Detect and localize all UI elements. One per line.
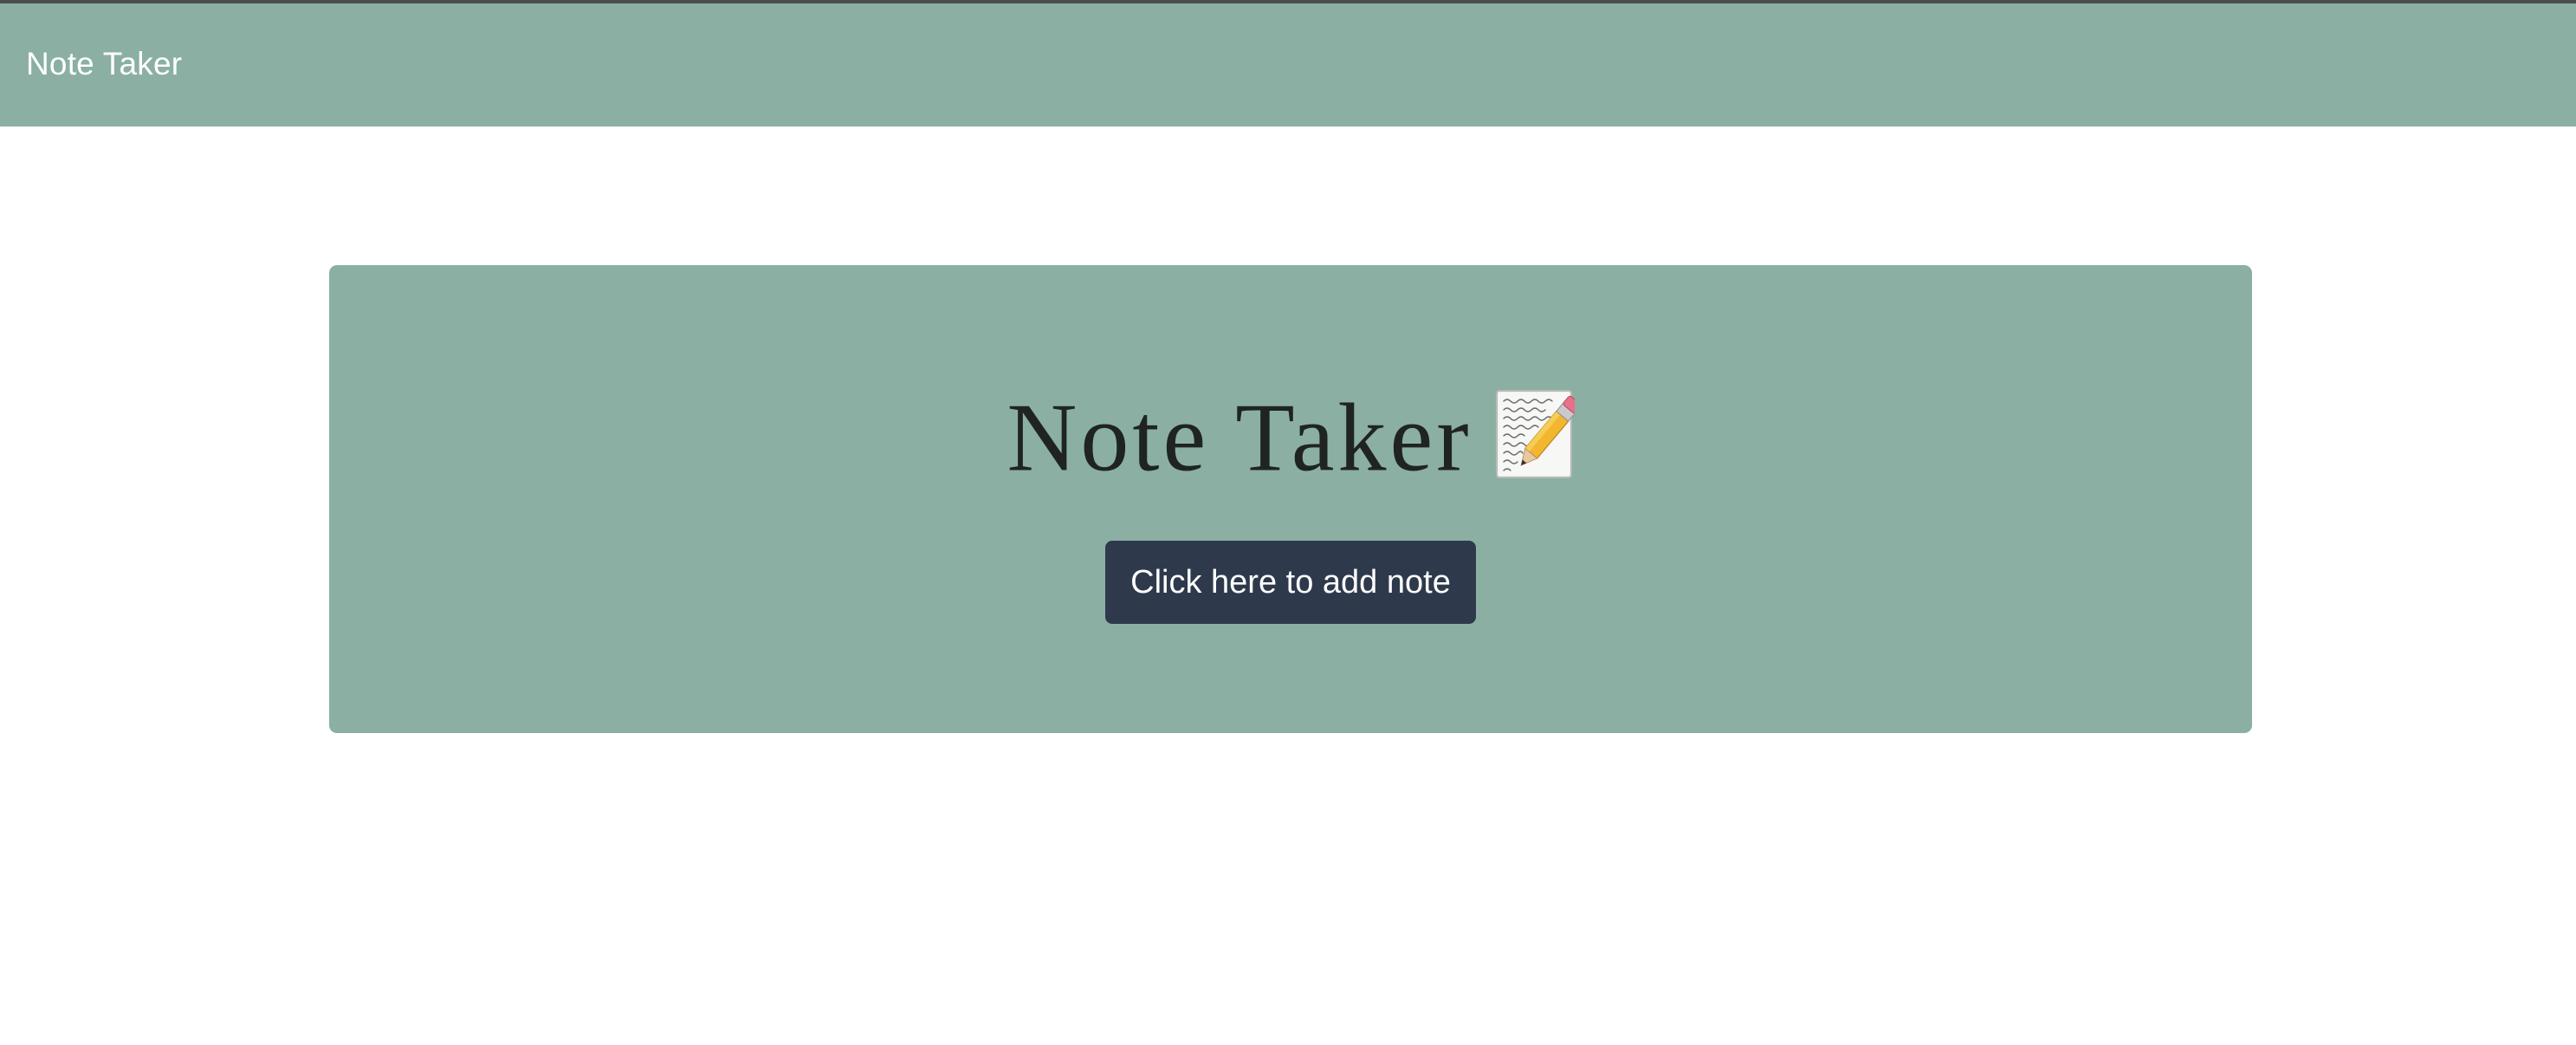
memo-pencil-icon xyxy=(1495,389,1575,479)
page-title-text: Note Taker xyxy=(1006,384,1472,492)
navbar-brand[interactable]: Note Taker xyxy=(26,45,182,83)
hero-jumbotron: Note Taker Click here to add note xyxy=(329,265,2252,733)
page-title: Note Taker xyxy=(329,367,2252,498)
navbar: Note Taker xyxy=(0,3,2576,127)
add-note-button[interactable]: Click here to add note xyxy=(1105,541,1476,624)
